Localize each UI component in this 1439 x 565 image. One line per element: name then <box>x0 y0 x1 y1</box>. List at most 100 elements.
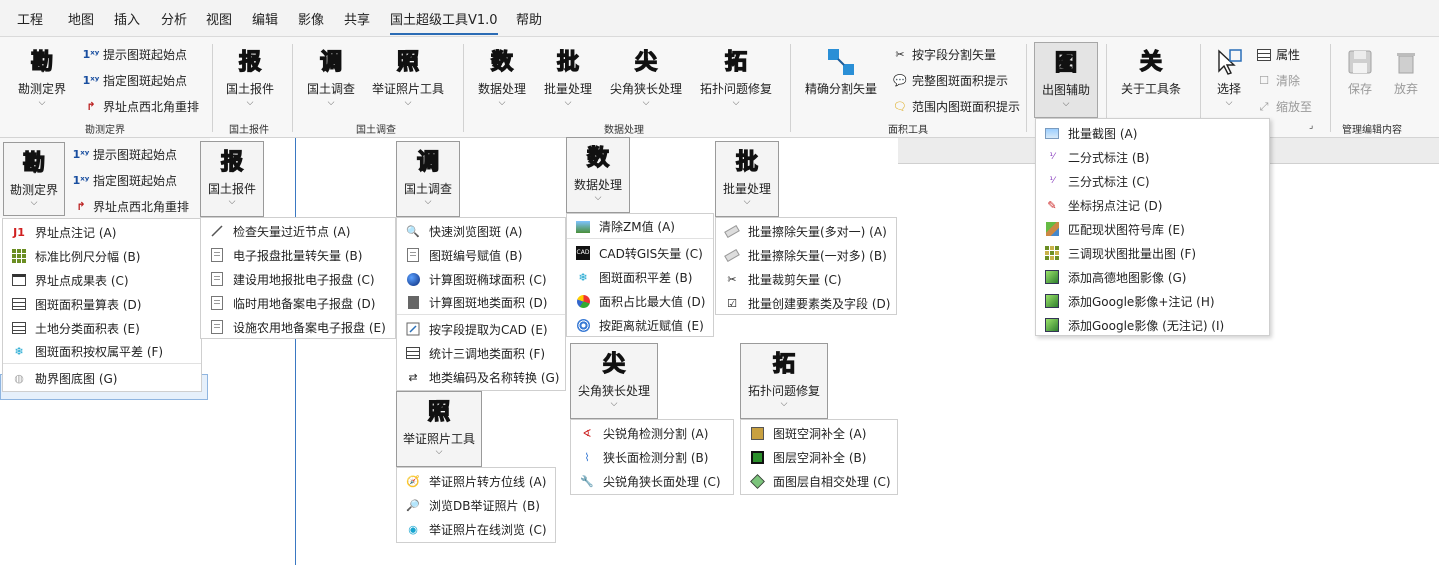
attributes-button[interactable]: 属性 <box>1256 46 1300 63</box>
menu-item-online-photo[interactable]: ◉ 举证照片在线浏览 (C) <box>397 517 555 541</box>
menu-item-landclass-area[interactable]: 计算图斑地类面积 (D) <box>397 291 565 315</box>
menu-item-photo-bearing[interactable]: 🧭 举证照片转方位线 (A) <box>397 469 555 493</box>
baojian-button[interactable]: 报 国土报件 ⌵ <box>226 46 274 108</box>
baojian-popup-button[interactable]: 报 国土报件 ⌵ <box>200 141 264 217</box>
menu-item-browse-db-photo[interactable]: 🔎 浏览DB举证照片 (B) <box>397 493 555 517</box>
menu-item-erase-many-one[interactable]: 批量擦除矢量(多对一) (A) <box>716 219 896 243</box>
photo-tool-button[interactable]: 照 举证照片工具 ⌵ <box>372 46 444 108</box>
menu-view[interactable]: 视图 <box>206 9 232 28</box>
menu-item-sharp-narrow-fix[interactable]: 🔧 尖锐角狭长面处理 (C) <box>571 469 733 493</box>
menu-map[interactable]: 地图 <box>68 9 94 28</box>
zoom-to-button[interactable]: ⤢ 缩放至 <box>1256 98 1312 115</box>
jianjiao-popup-button[interactable]: 尖 尖角狭长处理 ⌵ <box>570 343 658 419</box>
menu-item-cad-to-gis[interactable]: CAD CAD转GIS矢量 (C) <box>567 241 713 265</box>
menu-item-match-symbols[interactable]: 匹配现状图符号库 (E) <box>1036 217 1269 241</box>
menu-item-number-assign[interactable]: 图斑编号赋值 (B) <box>397 243 565 267</box>
menu-item-code-convert[interactable]: ⇄ 地类编码及名称转换 (G) <box>397 365 565 389</box>
kance-button[interactable]: 勘 勘测定界 ⌵ <box>18 46 66 108</box>
range-area-hint-button[interactable]: 🗨 范围内图斑面积提示 <box>892 98 1020 115</box>
menu-item-export-cad[interactable]: 按字段提取为CAD (E) <box>397 317 565 341</box>
menu-item-batch-clip[interactable]: ✂ 批量裁剪矢量 (C) <box>716 267 896 291</box>
full-area-hint-button[interactable]: 💬 完整图斑面积提示 <box>892 72 1008 89</box>
prompt-start-button[interactable]: 1ˣʸ 提示图斑起始点 <box>83 46 187 63</box>
menu-item-base-map[interactable]: ◍ 勘界图底图 (G) <box>3 366 201 390</box>
batch-process-button[interactable]: 批 批量处理 ⌵ <box>544 46 592 108</box>
diaocha-button[interactable]: 调 国土调查 ⌵ <box>307 46 355 108</box>
menu-item-clear-zm[interactable]: 清除ZM值 (A) <box>567 215 713 239</box>
menu-item-disk-to-vector[interactable]: 电子报盘批量转矢量 (B) <box>201 243 395 267</box>
menu-item-add-google-plain[interactable]: 添加Google影像 (无注记) (I) <box>1036 313 1269 337</box>
convert-icon: ⇄ <box>408 370 418 384</box>
menu-item-quick-browse[interactable]: 🔍 快速浏览图斑 (A) <box>397 219 565 243</box>
popup-nw-reorder-button[interactable]: ↱ 界址点西北角重排 <box>73 198 189 215</box>
menu-insert[interactable]: 插入 <box>114 9 140 28</box>
menu-item-area-adjust[interactable]: ❄ 图斑面积平差 (B) <box>567 265 713 289</box>
precise-split-button[interactable]: 精确分割矢量 <box>805 46 877 97</box>
menu-item-max-ratio[interactable]: 面积占比最大值 (D) <box>567 289 713 313</box>
menu-item-layer-hole-fill[interactable]: 图层空洞补全 (B) <box>741 445 897 469</box>
menu-item-area-table[interactable]: 图斑面积量算表 (D) <box>3 292 201 316</box>
discard-button[interactable]: 放弃 <box>1390 46 1422 97</box>
menu-analysis[interactable]: 分析 <box>161 9 187 28</box>
menu-item-scale-sheet[interactable]: 标准比例尺分幅 (B) <box>3 244 201 268</box>
field-split-button[interactable]: ✂ 按字段分割矢量 <box>892 46 996 63</box>
menu-item-facility-disk[interactable]: 设施农用地备案电子报盘 (E) <box>201 315 395 339</box>
menu-item-landclass-table[interactable]: 土地分类面积表 (E) <box>3 316 201 340</box>
chevron-down-icon: ⌵ <box>38 98 46 108</box>
export-icon <box>405 321 421 337</box>
save-button[interactable]: 保存 <box>1344 46 1376 97</box>
dialog-launcher-icon[interactable]: ⌟ <box>1309 121 1313 131</box>
menu-project[interactable]: 工程 <box>17 9 43 28</box>
menu-item-add-amap-imagery[interactable]: 添加高德地图影像 (G) <box>1036 265 1269 289</box>
map-output-button[interactable]: 图 出图辅助 ⌵ <box>1034 42 1098 118</box>
data-process-button[interactable]: 数 数据处理 ⌵ <box>478 46 526 108</box>
jian-seal-icon: 尖 <box>634 48 657 75</box>
pichuli-popup-button[interactable]: 批 批量处理 ⌵ <box>715 141 779 217</box>
group-divider <box>212 44 213 132</box>
menu-item-create-featureclass[interactable]: ☑ 批量创建要素类及字段 (D) <box>716 291 896 315</box>
menu-item-two-part-label[interactable]: ⅟ 二分式标注 (B) <box>1036 145 1269 169</box>
tuopu-popup-button[interactable]: 拓 拓扑问题修复 ⌵ <box>740 343 828 419</box>
menu-item-batch-screenshot[interactable]: 批量截图 (A) <box>1036 121 1269 145</box>
menu-item-three-part-label[interactable]: ⅟ 三分式标注 (C) <box>1036 169 1269 193</box>
menu-item-ellipsoid-area[interactable]: 计算图斑椭球面积 (C) <box>397 267 565 291</box>
photo-popup-button[interactable]: 照 举证照片工具 ⌵ <box>396 391 482 467</box>
menu-item-erase-one-many[interactable]: 批量擦除矢量(一对多) (B) <box>716 243 896 267</box>
menu-item-add-google-labels[interactable]: 添加Google影像+注记 (H) <box>1036 289 1269 313</box>
menu-item-self-intersect[interactable]: 面图层自相交处理 (C) <box>741 469 897 493</box>
popup-prompt-start-button[interactable]: 1ˣʸ 提示图斑起始点 <box>73 146 177 163</box>
select-button[interactable]: 选择 ⌵ <box>1213 46 1245 108</box>
menu-item-construction-disk[interactable]: 建设用地报批电子报盘 (C) <box>201 267 395 291</box>
menu-item-sharp-angle[interactable]: ∢ 尖锐角检测分割 (A) <box>571 421 733 445</box>
menu-land-super-tools[interactable]: 国土超级工具V1.0 <box>390 9 498 35</box>
topology-fix-button[interactable]: 拓 拓扑问题修复 ⌵ <box>700 46 772 108</box>
specify-start-button[interactable]: 1ˣʸ 指定图斑起始点 <box>83 72 187 89</box>
about-button[interactable]: 关 关于工具条 <box>1121 46 1181 97</box>
sharp-narrow-button[interactable]: 尖 尖角狭长处理 ⌵ <box>610 46 682 108</box>
menu-item-boundary-report[interactable]: 界址点成果表 (C) <box>3 268 201 292</box>
kan-seal-icon: 勘 <box>30 48 53 75</box>
menu-help[interactable]: 帮助 <box>516 9 542 28</box>
nw-reorder-button[interactable]: ↱ 界址点西北角重排 <box>83 98 199 115</box>
menu-item-stats-area[interactable]: 统计三调地类面积 (F) <box>397 341 565 365</box>
menu-share[interactable]: 共享 <box>344 9 370 28</box>
diaocha-popup-button[interactable]: 调 国土调查 ⌵ <box>396 141 460 217</box>
popup-specify-start-button[interactable]: 1ˣʸ 指定图斑起始点 <box>73 172 177 189</box>
group-divider <box>292 44 293 132</box>
map-icon <box>1044 293 1060 309</box>
menu-item-narrow-poly[interactable]: ⌇ 狭长面检测分割 (B) <box>571 445 733 469</box>
menu-item-ownership-adjust[interactable]: ❄ 图斑面积按权属平差 (F) <box>3 340 201 364</box>
menu-imagery[interactable]: 影像 <box>298 9 324 28</box>
menu-edit[interactable]: 编辑 <box>252 9 278 28</box>
menu-item-check-nodes[interactable]: 检查矢量过近节点 (A) <box>201 219 395 243</box>
menu-item-temporary-disk[interactable]: 临时用地备案电子报盘 (D) <box>201 291 395 315</box>
kance-popup-button[interactable]: 勘 勘测定界 ⌵ <box>3 142 65 216</box>
menu-item-hole-fill[interactable]: 图斑空洞补全 (A) <box>741 421 897 445</box>
menu-item-nearest-assign[interactable]: 按距离就近赋值 (E) <box>567 313 713 337</box>
menu-item-boundary-label[interactable]: J1 界址点注记 (A) <box>3 220 201 244</box>
shu-seal-icon: 数 <box>586 144 609 171</box>
shuju-popup-button[interactable]: 数 数据处理 ⌵ <box>566 137 630 213</box>
menu-item-batch-map-output[interactable]: 三调现状图批量出图 (F) <box>1036 241 1269 265</box>
menu-item-coord-label[interactable]: ✎ 坐标拐点注记 (D) <box>1036 193 1269 217</box>
clear-button[interactable]: ☐ 清除 <box>1256 72 1300 89</box>
